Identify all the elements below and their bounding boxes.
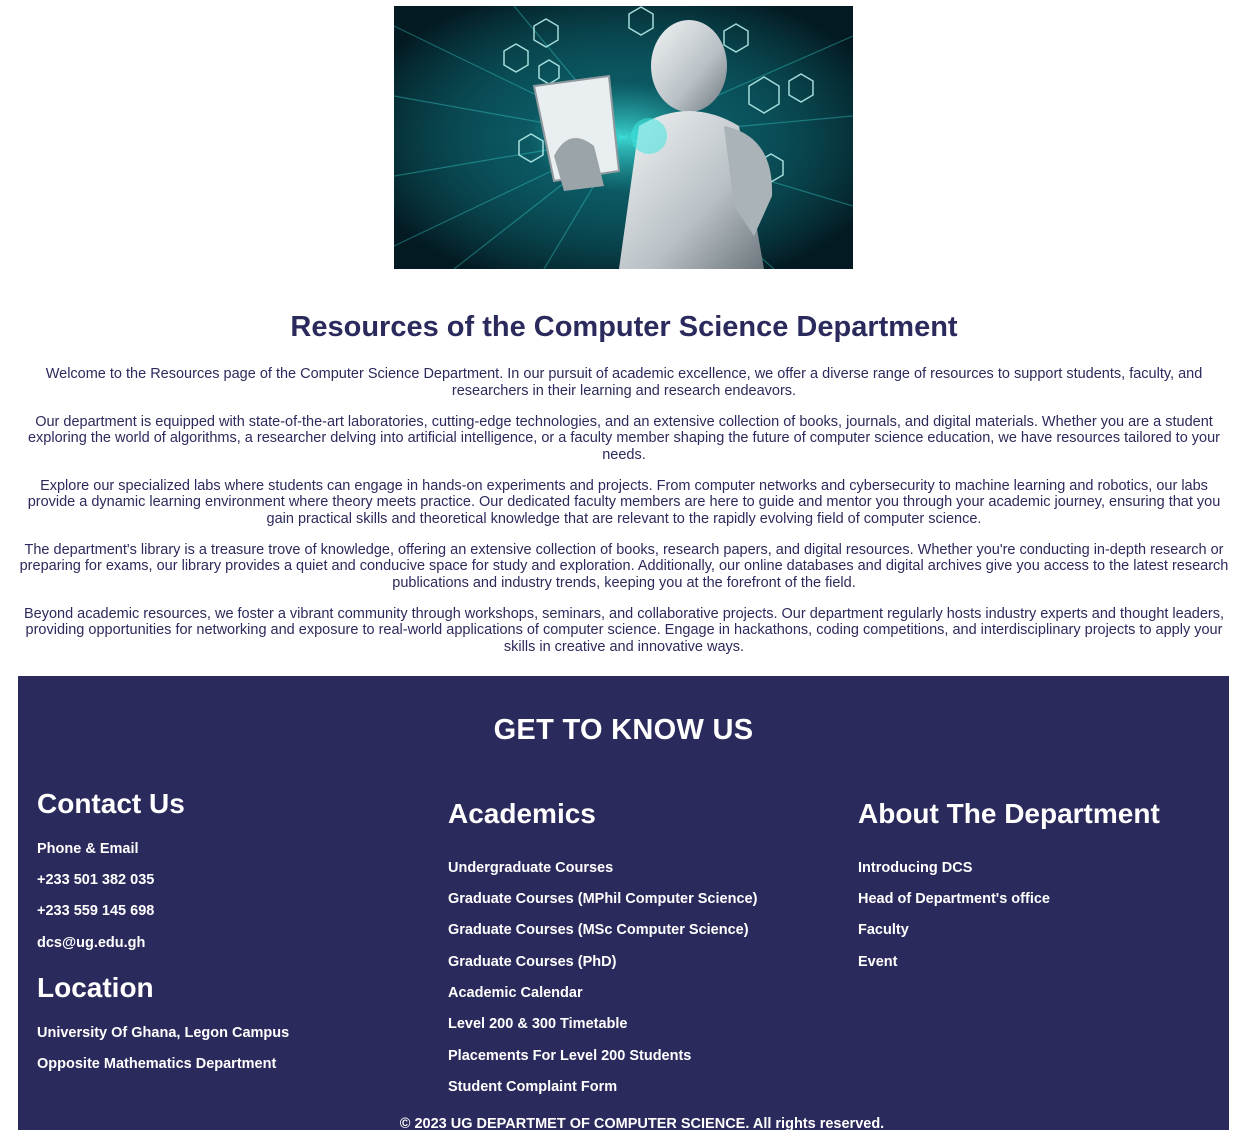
page-title: Resources of the Computer Science Depart…: [290, 311, 958, 343]
paragraph-community: Beyond academic resources, we foster a v…: [23, 605, 1225, 655]
academics-link-mphil[interactable]: Graduate Courses (MPhil Computer Science…: [448, 891, 757, 907]
hero-image: [394, 6, 853, 269]
location-item-campus: University Of Ghana, Legon Campus: [37, 1025, 290, 1041]
academics-link-msc[interactable]: Graduate Courses (MSc Computer Science): [448, 922, 749, 938]
about-heading: About The Department: [858, 798, 1160, 829]
footer-heading: GET TO KNOW US: [493, 714, 754, 746]
location-heading: Location: [37, 972, 154, 1003]
contact-heading: Contact Us: [37, 788, 185, 819]
location-item-directions: Opposite Mathematics Department: [37, 1056, 277, 1072]
paragraph-welcome: Welcome to the Resources page of the Com…: [45, 366, 1203, 399]
robot-illustration-icon: [394, 6, 853, 269]
academics-heading: Academics: [448, 798, 596, 829]
contact-item-email[interactable]: dcs@ug.edu.gh: [37, 935, 145, 951]
academics-link-placements[interactable]: Placements For Level 200 Students: [448, 1048, 691, 1064]
contact-item-phone-email-label: Phone & Email: [37, 841, 139, 857]
paragraph-labs: Explore our specialized labs where stude…: [27, 477, 1221, 527]
academics-link-calendar[interactable]: Academic Calendar: [448, 985, 583, 1001]
about-link-introducing-dcs[interactable]: Introducing DCS: [858, 860, 972, 876]
copyright-text: © 2023 UG DEPARTMET OF COMPUTER SCIENCE.…: [399, 1116, 885, 1130]
contact-item-phone-1[interactable]: +233 501 382 035: [37, 872, 154, 888]
about-link-event[interactable]: Event: [858, 954, 898, 970]
academics-link-undergraduate[interactable]: Undergraduate Courses: [448, 860, 613, 876]
academics-link-complaint-form[interactable]: Student Complaint Form: [448, 1079, 617, 1095]
contact-item-phone-2[interactable]: +233 559 145 698: [37, 903, 154, 919]
paragraph-library: The department's library is a treasure t…: [19, 541, 1229, 591]
academics-link-timetable[interactable]: Level 200 & 300 Timetable: [448, 1016, 627, 1032]
academics-link-phd[interactable]: Graduate Courses (PhD): [448, 954, 616, 970]
paragraph-facilities: Our department is equipped with state-of…: [27, 413, 1221, 463]
page: Resources of the Computer Science Depart…: [0, 0, 1234, 1147]
about-link-hod-office[interactable]: Head of Department's office: [858, 891, 1050, 907]
intro-text: Welcome to the Resources page of the Com…: [16, 366, 1232, 670]
about-link-faculty[interactable]: Faculty: [858, 922, 909, 938]
footer: GET TO KNOW US Contact Us Phone & Email …: [18, 676, 1229, 1130]
